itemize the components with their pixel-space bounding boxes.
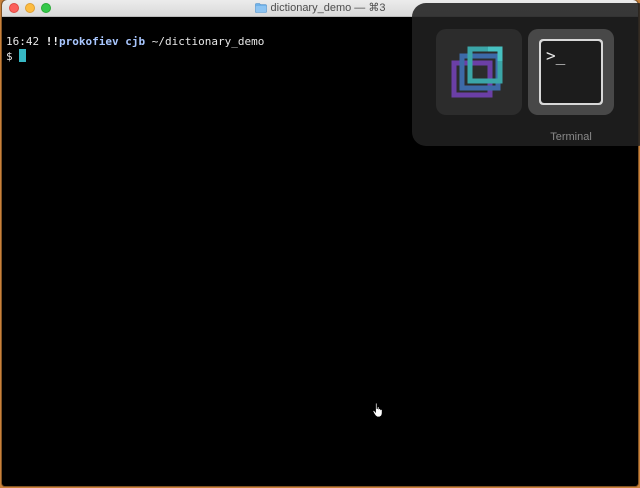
stacked-windows-icon (451, 46, 503, 98)
app-switcher-label: Terminal (550, 131, 592, 143)
terminal-app-icon: >_ (539, 39, 603, 105)
app-switcher-item-terminal[interactable]: >_ (528, 29, 614, 115)
prompt-host: prokofiev (59, 35, 119, 48)
app-switcher: >_ Terminal (412, 3, 640, 146)
window-title-text: dictionary_demo — ⌘3 (270, 2, 386, 14)
hand-pointer-icon (372, 402, 383, 418)
prompt-user: cjb (125, 35, 146, 48)
svg-text:>_: >_ (546, 46, 566, 65)
prompt-time: 16:42 (6, 35, 40, 48)
app-switcher-item-stacked-windows[interactable] (436, 29, 522, 115)
text-cursor (18, 49, 26, 62)
prompt-history-marker: !! (45, 35, 59, 48)
prompt-cwd: ~/dictionary_demo (151, 35, 265, 48)
prompt-symbol: $ (6, 50, 13, 63)
folder-icon (254, 3, 267, 13)
